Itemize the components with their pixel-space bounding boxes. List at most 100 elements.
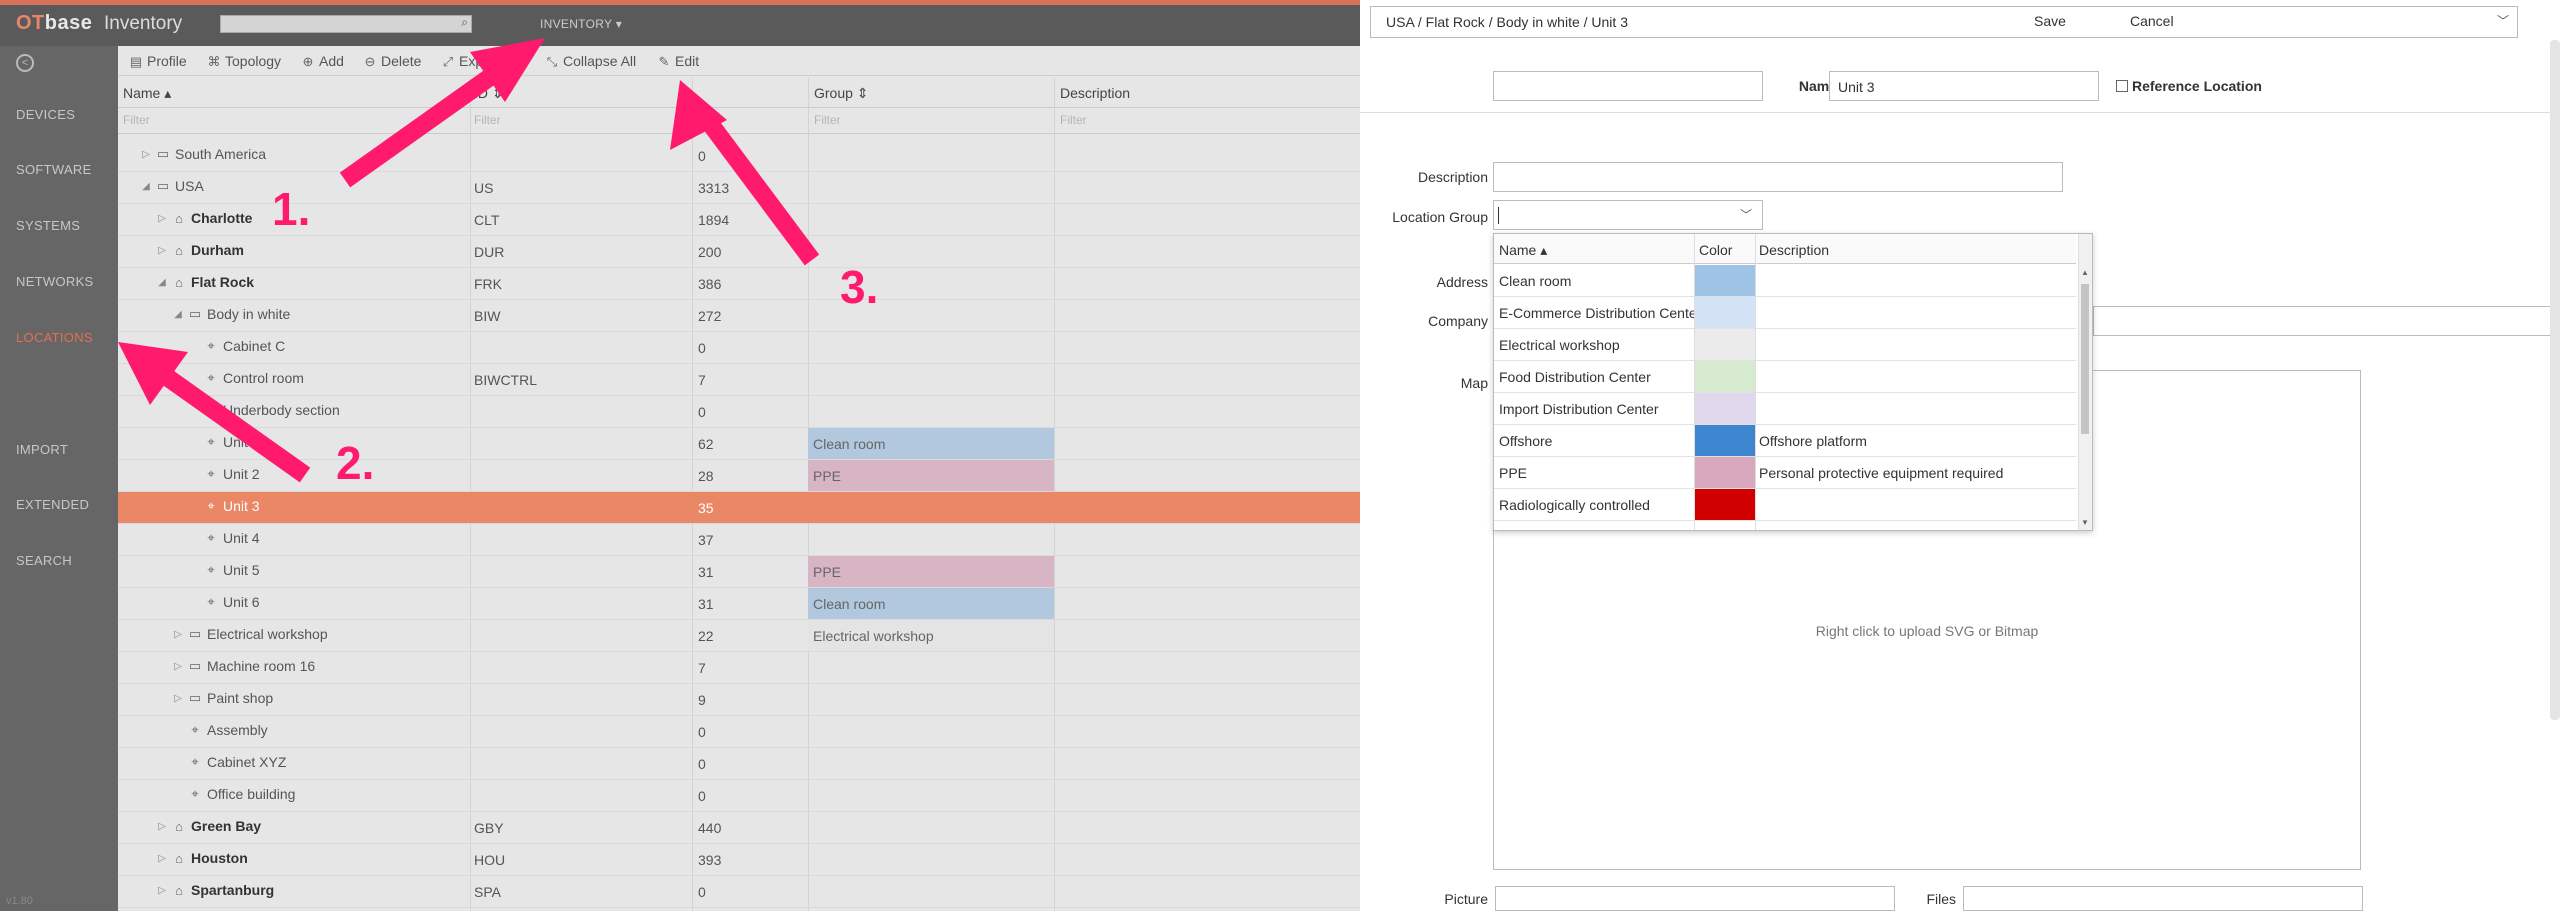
delete-button[interactable]: ⊖ Delete (362, 53, 422, 70)
name-field[interactable]: Unit 3 (1829, 71, 2099, 101)
table-row[interactable]: ▷ ▭ Paint shop 9 (118, 684, 1360, 716)
location-id: HOU (474, 852, 506, 868)
table-row[interactable]: ⌖ Unit 4 37 (118, 524, 1360, 556)
sidebar-item-search[interactable]: SEARCH (16, 553, 72, 568)
dropdown-color-header[interactable]: Color (1699, 242, 1732, 258)
expand-toggle-icon[interactable]: ▷ (138, 149, 154, 160)
table-row[interactable]: ▷ ⌂ Green Bay GBY 440 (118, 812, 1360, 844)
location-group-option[interactable]: Clean room (1494, 265, 2076, 297)
device-count: 386 (698, 276, 722, 292)
tree-node: ◢ ▭ Body in white (170, 306, 290, 322)
expand-toggle-icon[interactable]: ▷ (154, 885, 170, 896)
location-group-option[interactable]: Food Distribution Center (1494, 361, 2076, 393)
expand-toggle-icon[interactable]: ▷ (154, 213, 170, 224)
sidebar-item-networks[interactable]: NETWORKS (16, 274, 94, 289)
table-row[interactable]: ⌖ Control room BIWCTRL 7 (118, 364, 1360, 396)
group-filter-input[interactable]: Filter (814, 113, 841, 127)
expand-toggle-icon[interactable]: ▷ (170, 693, 186, 704)
location-group-option[interactable]: Import Distribution Center (1494, 393, 2076, 425)
location-group-option[interactable]: Radiologically controlled (1494, 489, 2076, 521)
cancel-button[interactable]: Cancel (2130, 13, 2174, 29)
folder-icon: ▭ (156, 146, 170, 161)
sidebar-item-systems[interactable]: SYSTEMS (16, 218, 80, 233)
picture-label: Picture (1444, 891, 1488, 907)
table-row[interactable]: ⌖ Unit 3 35 (118, 492, 1360, 524)
location-group-option[interactable]: E-Commerce Distribution Center (1494, 297, 2076, 329)
edit-button[interactable]: ✎ Edit (656, 53, 700, 70)
location-group-option[interactable]: Electrical workshop (1494, 329, 2076, 361)
scroll-thumb[interactable] (2081, 284, 2089, 434)
collapse-all-button[interactable]: ⤡ Collapse All (544, 53, 636, 70)
global-search-input[interactable]: ⌕ (220, 15, 472, 33)
id-filter-input[interactable]: Filter (474, 113, 501, 127)
table-row[interactable]: ▷ ⌂ Durham DUR 200 (118, 236, 1360, 268)
files-field[interactable] (1963, 886, 2363, 911)
table-row[interactable]: ⌖ Cabinet C 0 (118, 332, 1360, 364)
company-field[interactable] (2093, 306, 2560, 336)
option-name: E-Commerce Distribution Center (1499, 305, 1694, 321)
collapse-toggle-icon[interactable]: ◢ (138, 181, 154, 192)
dropdown-description-header[interactable]: Description (1759, 242, 1829, 258)
collapse-toggle-icon[interactable]: ◢ (154, 277, 170, 288)
dropdown-name-header[interactable]: Name ▴ (1499, 242, 1547, 259)
table-row[interactable]: ⌖ Underbody section 0 (118, 396, 1360, 428)
back-icon[interactable]: < (16, 54, 34, 72)
reference-location-checkbox[interactable]: Reference Location (2116, 78, 2262, 94)
table-row[interactable]: ◢ ▭ Body in white BIW 272 (118, 300, 1360, 332)
table-row[interactable]: ▷ ▭ Machine room 16 7 (118, 652, 1360, 684)
topology-button[interactable]: ⌘ Topology (206, 53, 282, 70)
id-field[interactable] (1493, 71, 1763, 101)
sidebar-item-software[interactable]: SOFTWARE (16, 162, 92, 177)
column-id-header[interactable]: ID ⇕ (474, 85, 504, 102)
table-row[interactable]: ▷ ⌂ Spartanburg SPA 0 (118, 876, 1360, 908)
scroll-down-icon[interactable]: ▼ (2081, 518, 2089, 527)
sidebar-item-extended[interactable]: EXTENDED (16, 497, 89, 512)
collapse-toggle-icon[interactable]: ◢ (170, 309, 186, 320)
name-filter-input[interactable]: Filter (123, 113, 150, 127)
dialog-scrollbar[interactable] (2550, 40, 2560, 720)
table-row[interactable]: ▷ ⌂ Houston HOU 393 (118, 844, 1360, 876)
profile-button[interactable]: ▤ Profile (128, 53, 187, 70)
location-name: Office building (207, 786, 296, 802)
location-path-select[interactable]: USA / Flat Rock / Body in white / Unit 3… (1370, 6, 2518, 38)
tree-node: ◢ ▭ USA (138, 178, 204, 194)
device-count: 393 (698, 852, 722, 868)
column-group-header[interactable]: Group ⇕ (814, 85, 869, 102)
location-group-option[interactable]: PPE Personal protective equipment require… (1494, 457, 2076, 489)
table-row[interactable]: PPE ⌖ Unit 2 28 (118, 460, 1360, 492)
expand-all-button[interactable]: ⤢ Expand All (440, 53, 525, 70)
tree-node: ▷ ▭ South America (138, 146, 266, 162)
save-button[interactable]: Save (2034, 13, 2066, 29)
table-row[interactable]: PPE ⌖ Unit 5 31 (118, 556, 1360, 588)
column-description-header[interactable]: Description (1060, 85, 1130, 101)
tree-node: ▷ ▭ Electrical workshop (170, 626, 327, 642)
table-row[interactable]: ⌖ Cabinet XYZ 0 (118, 748, 1360, 780)
expand-toggle-icon[interactable]: ▷ (154, 245, 170, 256)
table-row[interactable]: Clean room ⌖ Unit 1 62 (118, 428, 1360, 460)
expand-toggle-icon[interactable]: ▷ (170, 661, 186, 672)
device-count: 31 (698, 596, 714, 612)
expand-toggle-icon[interactable]: ▷ (154, 821, 170, 832)
add-button[interactable]: ⊕ Add (300, 53, 344, 70)
expand-toggle-icon[interactable]: ▷ (154, 853, 170, 864)
table-row[interactable]: ◢ ⌂ Flat Rock FRK 386 (118, 268, 1360, 300)
description-filter-input[interactable]: Filter (1060, 113, 1087, 127)
table-row[interactable]: ▷ ▭ South America 0 (118, 140, 1360, 172)
table-row[interactable]: Electrical workshop ▷ ▭ Electrical workshop… (118, 620, 1360, 652)
sidebar-item-import[interactable]: IMPORT (16, 442, 68, 457)
tree-node: ⌖ Assembly (170, 722, 267, 738)
table-row[interactable]: ⌖ Office building 0 (118, 780, 1360, 812)
inventory-dropdown[interactable]: INVENTORY ▾ (540, 17, 622, 31)
scroll-up-icon[interactable]: ▲ (2081, 268, 2089, 277)
column-name-header[interactable]: Name ▴ (123, 85, 171, 102)
dropdown-scrollbar[interactable]: ▲ ▼ (2078, 234, 2092, 530)
table-row[interactable]: ⌖ Assembly 0 (118, 716, 1360, 748)
table-row[interactable]: Clean room ⌖ Unit 6 31 (118, 588, 1360, 620)
expand-toggle-icon[interactable]: ▷ (170, 629, 186, 640)
picture-field[interactable] (1495, 886, 1895, 911)
location-group-option[interactable]: Offshore Offshore platform (1494, 425, 2076, 457)
sidebar-item-locations[interactable]: LOCATIONS (16, 330, 93, 345)
sidebar-item-devices[interactable]: DEVICES (16, 107, 75, 122)
description-field[interactable] (1493, 162, 2063, 192)
location-group-select[interactable]: ﹀ (1493, 200, 1763, 230)
